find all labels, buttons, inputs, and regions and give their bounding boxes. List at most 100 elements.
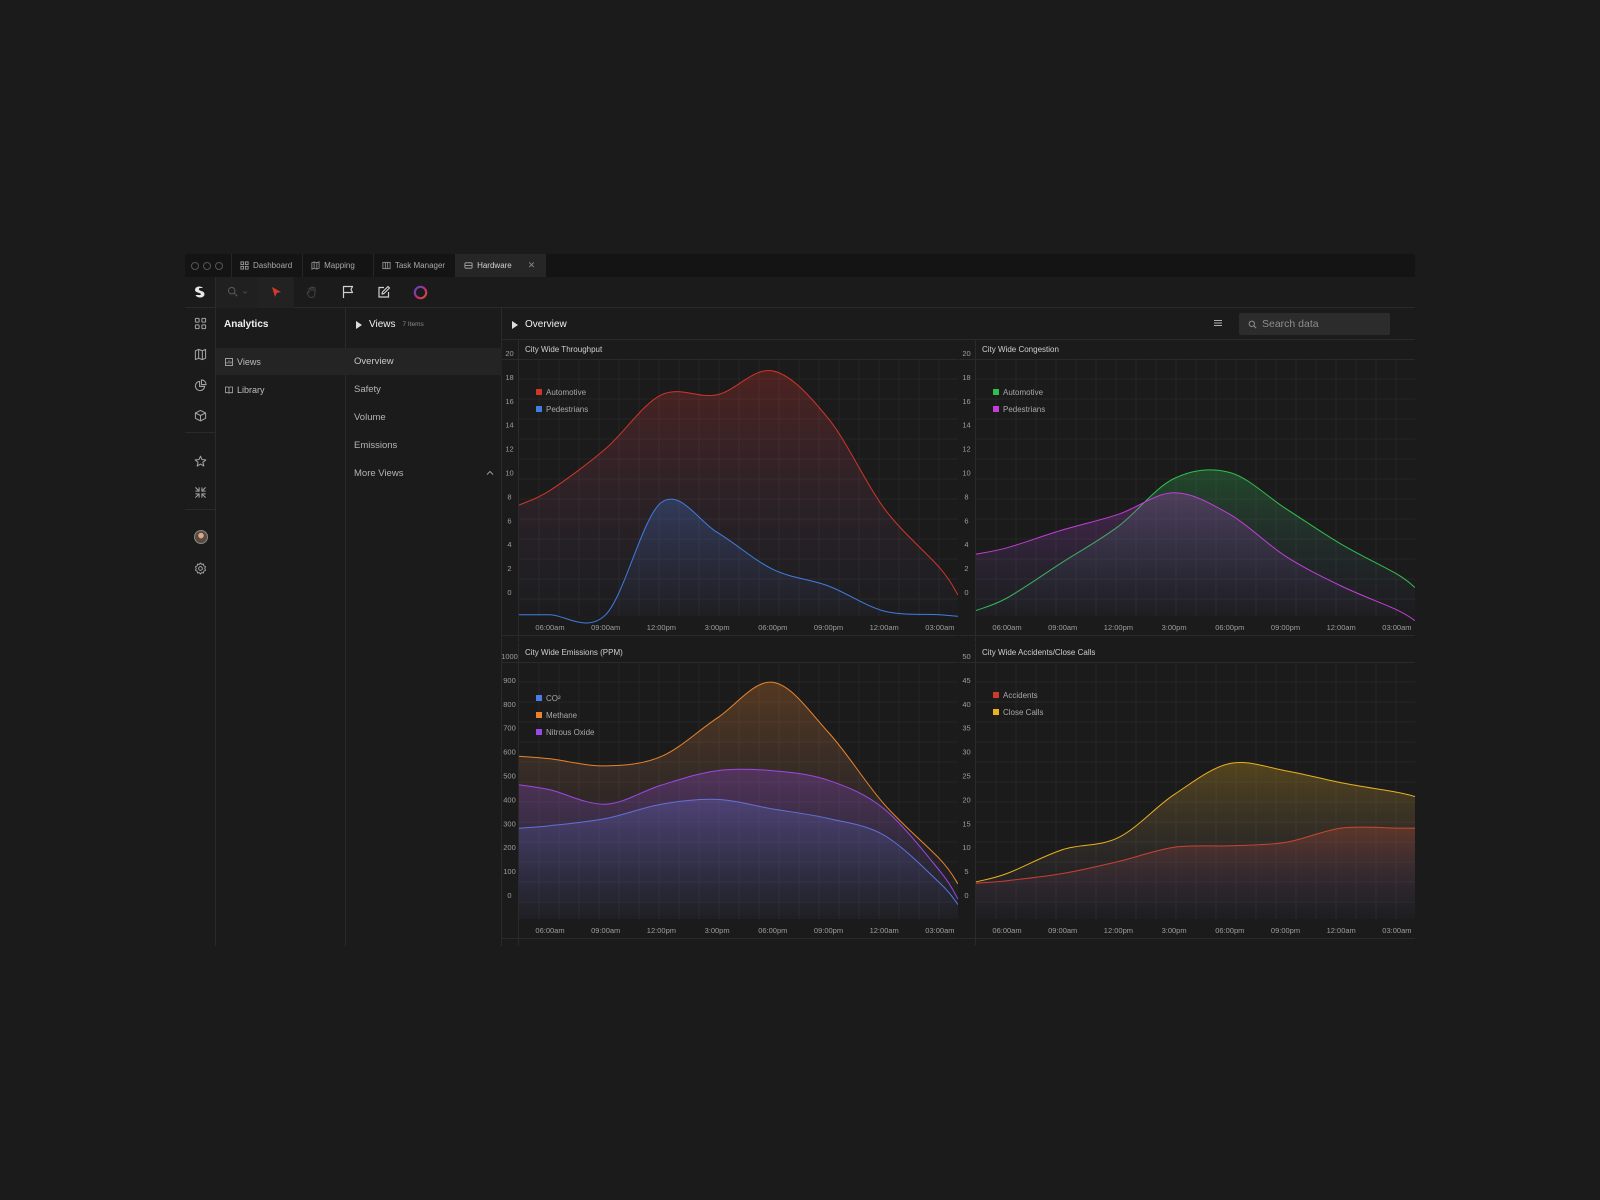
- nav-item-library[interactable]: Library: [216, 376, 346, 403]
- legend-label: Accidents: [1003, 691, 1038, 700]
- minimize-window-button[interactable]: [203, 261, 211, 270]
- y-tick-label: 200: [503, 843, 516, 852]
- view-item-safety[interactable]: Safety: [346, 376, 502, 403]
- map-icon: [194, 348, 207, 360]
- x-tick-label: 12:00pm: [647, 926, 676, 935]
- y-tick-label: 6: [964, 516, 968, 525]
- tab-hardware[interactable]: Hardware ✕: [456, 254, 547, 277]
- legend-label: Automotive: [546, 388, 587, 397]
- app-window: Dashboard Mapping Task Manager Hardware …: [185, 254, 1415, 946]
- chart-svg: City Wide Throughput 0 2 4 6 8 10 12 14 16 18 20 06:…: [502, 340, 958, 642]
- expand-triangle-icon: [512, 320, 518, 329]
- window-controls: [185, 254, 232, 277]
- y-tick-label: 2: [964, 564, 968, 573]
- hand-tool[interactable]: [294, 277, 330, 308]
- y-tick-label: 16: [962, 397, 970, 406]
- icon-rail: [185, 308, 216, 946]
- analytics-panel: Analytics Views Library: [216, 308, 346, 946]
- rail-profile-button[interactable]: [185, 526, 216, 548]
- x-tick-label: 09:00pm: [1271, 623, 1300, 632]
- flag-tool[interactable]: [330, 277, 366, 308]
- legend-swatch: [993, 692, 999, 698]
- y-tick-label: 0: [964, 891, 968, 900]
- columns-icon: [382, 261, 391, 270]
- close-window-button[interactable]: [191, 261, 199, 270]
- legend-swatch: [536, 712, 542, 718]
- x-tick-label: 03:00am: [925, 926, 954, 935]
- views-panel: Views 7 Items Overview Safety Volume Emi…: [346, 308, 502, 946]
- rail-collapse-button[interactable]: [185, 481, 216, 503]
- chart-title: City Wide Emissions (PPM): [525, 648, 623, 657]
- x-tick-label: 06:00am: [535, 926, 564, 935]
- rail-hardware-button[interactable]: [185, 404, 216, 426]
- view-item-more-views[interactable]: More Views: [346, 460, 502, 487]
- y-tick-label: 700: [503, 724, 516, 733]
- tab-task-manager[interactable]: Task Manager: [374, 254, 457, 277]
- edit-icon: [378, 285, 391, 298]
- x-tick-label: 06:00am: [992, 623, 1021, 632]
- legend-label: Methane: [546, 711, 578, 720]
- y-tick-label: 35: [962, 724, 970, 733]
- chart-emissions: City Wide Emissions (PPM) 0 100 200 300 400 50…: [502, 643, 958, 945]
- nav-item-views[interactable]: Views: [216, 348, 346, 375]
- x-tick-label: 12:00pm: [647, 623, 676, 632]
- chevron-up-icon: [486, 470, 494, 475]
- search-box[interactable]: [1239, 313, 1390, 335]
- search-input[interactable]: [1262, 318, 1382, 330]
- views-icon: [225, 357, 233, 366]
- chart-accidents: City Wide Accidents/Close Calls 0 5 10 15 20 2…: [959, 643, 1415, 945]
- x-tick-label: 09:00am: [591, 623, 620, 632]
- y-tick-label: 45: [962, 676, 970, 685]
- legend-label: Automotive: [1003, 388, 1044, 397]
- view-item-label: Overview: [354, 356, 394, 367]
- zoom-tool[interactable]: [216, 276, 258, 308]
- legend-swatch: [536, 406, 542, 412]
- views-count: 7 Items: [402, 321, 424, 328]
- overview-header[interactable]: Overview: [512, 319, 567, 330]
- views-header[interactable]: Views 7 Items: [356, 319, 424, 330]
- close-icon[interactable]: ✕: [528, 260, 536, 271]
- tab-mapping[interactable]: Mapping: [303, 254, 374, 277]
- expand-triangle-icon: [356, 320, 362, 329]
- view-item-overview[interactable]: Overview: [346, 348, 502, 375]
- maximize-window-button[interactable]: [215, 261, 223, 270]
- view-item-emissions[interactable]: Emissions: [346, 432, 502, 459]
- x-tick-label: 12:00pm: [1104, 926, 1133, 935]
- x-tick-label: 06:00pm: [758, 623, 787, 632]
- y-tick-label: 800: [503, 700, 516, 709]
- title-bar: Dashboard Mapping Task Manager Hardware …: [185, 254, 1415, 277]
- x-tick-label: 12:00am: [870, 623, 899, 632]
- view-item-volume[interactable]: Volume: [346, 404, 502, 431]
- y-tick-label: 400: [503, 795, 516, 804]
- y-tick-label: 0: [507, 588, 511, 597]
- series-area: [976, 762, 1415, 919]
- y-tick-label: 8: [507, 492, 511, 501]
- x-tick-label: 03:00am: [1382, 926, 1411, 935]
- rail-dashboard-button[interactable]: [185, 312, 216, 334]
- menu-icon[interactable]: [1213, 318, 1223, 328]
- zoom-icon: [227, 286, 238, 297]
- edit-tool[interactable]: [366, 277, 402, 308]
- view-item-label: Volume: [354, 412, 386, 423]
- color-tool[interactable]: [402, 277, 438, 308]
- x-tick-label: 06:00am: [535, 623, 564, 632]
- y-tick-label: 18: [962, 373, 970, 382]
- chart-title: City Wide Congestion: [982, 345, 1059, 354]
- x-tick-label: 06:00pm: [1215, 926, 1244, 935]
- x-tick-label: 06:00pm: [1215, 623, 1244, 632]
- y-tick-label: 5: [964, 867, 968, 876]
- pointer-icon: [272, 287, 281, 297]
- legend-label: Close Calls: [1003, 708, 1043, 717]
- rail-analytics-button[interactable]: [185, 374, 216, 396]
- x-tick-label: 06:00pm: [758, 926, 787, 935]
- tab-dashboard[interactable]: Dashboard: [232, 254, 304, 277]
- y-tick-label: 900: [503, 676, 516, 685]
- rail-map-button[interactable]: [185, 343, 216, 365]
- legend-swatch: [536, 695, 542, 701]
- legend-swatch: [993, 406, 999, 412]
- rail-favorites-button[interactable]: [185, 450, 216, 472]
- rail-settings-button[interactable]: [185, 557, 216, 579]
- y-tick-label: 10: [962, 469, 970, 478]
- pointer-tool[interactable]: [258, 276, 294, 308]
- x-tick-label: 3:00pm: [1162, 623, 1187, 632]
